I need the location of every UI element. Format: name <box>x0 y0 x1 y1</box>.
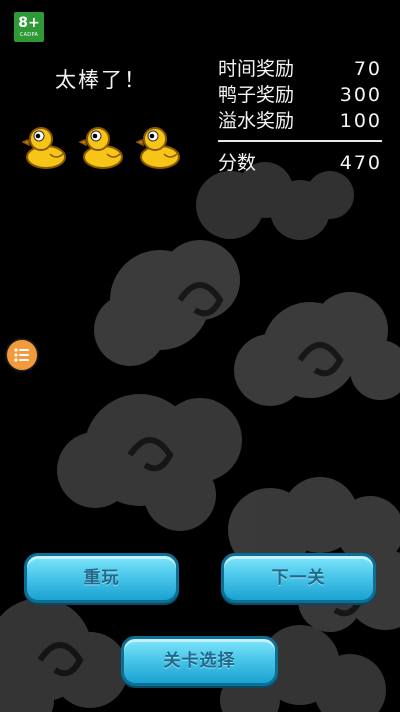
score-row-ducks: 鸭子奖励 300 <box>218 82 382 108</box>
score-label: 溢水奖励 <box>218 110 295 132</box>
total-label: 分数 <box>218 152 257 174</box>
score-row-time: 时间奖励 70 <box>218 56 382 82</box>
total-value: 470 <box>339 152 382 174</box>
age-rating-badge: 8+ CADPA <box>14 12 44 42</box>
score-row-total: 分数 470 <box>218 148 382 178</box>
score-value: 100 <box>339 110 382 132</box>
ducks-collected <box>22 124 192 170</box>
rating-org: CADPA <box>19 32 39 38</box>
score-divider <box>218 140 382 142</box>
replay-button[interactable]: 重玩 <box>24 553 179 603</box>
score-row-overflow: 溢水奖励 100 <box>218 108 382 134</box>
menu-list-icon <box>14 348 29 362</box>
score-value: 300 <box>339 84 382 106</box>
score-table: 时间奖励 70 鸭子奖励 300 溢水奖励 100 分数 470 <box>218 56 382 178</box>
praise-text: 太棒了！ <box>55 68 147 92</box>
next-level-button[interactable]: 下一关 <box>221 553 376 603</box>
rubber-duck-icon <box>22 127 66 169</box>
rubber-duck-icon <box>136 127 180 169</box>
level-select-button[interactable]: 关卡选择 <box>121 636 278 686</box>
rubber-duck-icon <box>79 127 123 169</box>
score-label: 时间奖励 <box>218 58 295 80</box>
age-rating: 8+ <box>18 15 40 31</box>
side-menu-button[interactable] <box>7 340 37 370</box>
score-value: 70 <box>353 58 382 80</box>
score-label: 鸭子奖励 <box>218 84 295 106</box>
game-result-screen: 8+ CADPA 太棒了！ 时间奖励 70 鸭子奖励 300 溢水奖励 100 … <box>0 0 400 712</box>
